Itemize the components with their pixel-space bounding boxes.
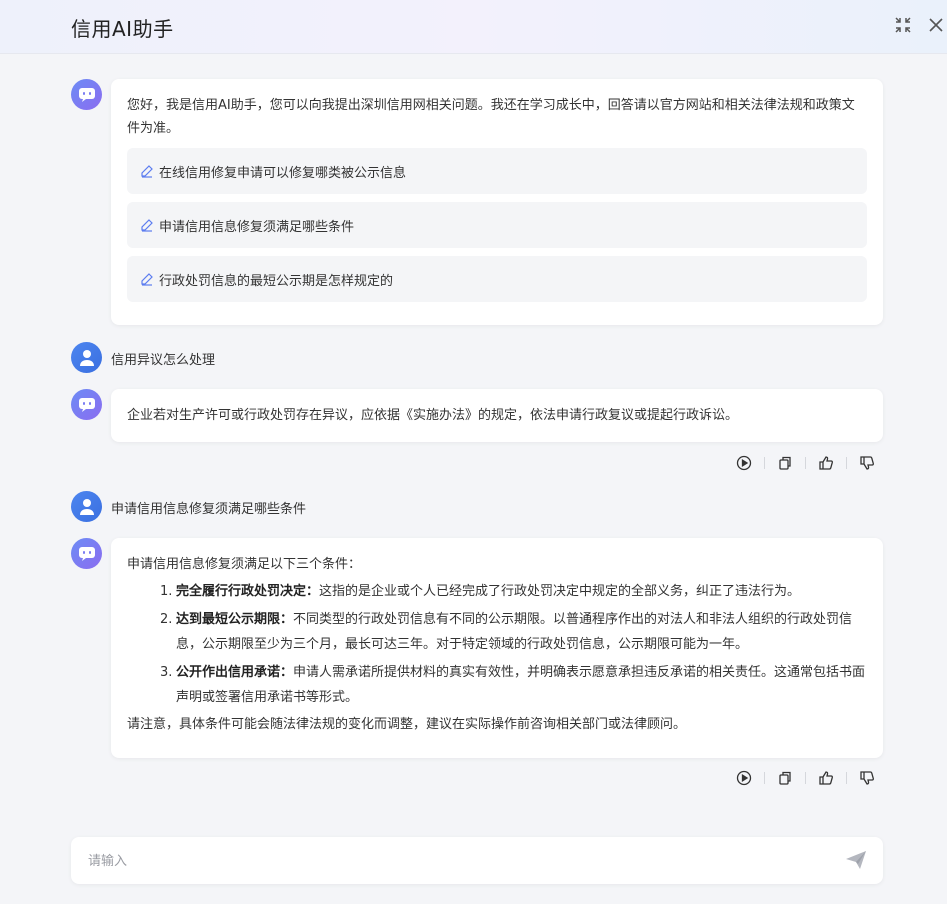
- suggestion-label: 在线信用修复申请可以修复哪类被公示信息: [159, 165, 407, 181]
- user-avatar: [71, 342, 102, 373]
- list-item: 1. 完全履行行政处罚决定：这指的是企业或个人已经完成了行政处罚决定中规定的全部…: [160, 579, 867, 604]
- list-number: 3.: [160, 665, 173, 680]
- answer-text: 企业若对生产许可或行政处罚存在异议，应依据《实施办法》的规定，依法申请行政复议或…: [127, 408, 739, 423]
- welcome-text: 您好，我是信用AI助手，您可以向我提出深圳信用网相关问题。我还在学习成长中，回答…: [127, 98, 855, 136]
- pen-icon: [141, 273, 153, 286]
- suggestion-item[interactable]: 申请信用信息修复须满足哪些条件: [127, 202, 867, 248]
- suggestion-item[interactable]: 在线信用修复申请可以修复哪类被公示信息: [127, 148, 867, 194]
- answer-bubble: 申请信用信息修复须满足以下三个条件： 1. 完全履行行政处罚决定：这指的是企业或…: [111, 538, 883, 758]
- page-title: 信用AI助手: [71, 17, 174, 41]
- chat-input-box: [71, 837, 883, 884]
- list-number: 2.: [160, 612, 173, 627]
- collapse-icon[interactable]: [894, 16, 912, 34]
- user-icon: [79, 349, 94, 366]
- list-item-text: 公开作出信用承诺：申请人需承诺所提供材料的真实有效性，并明确表示愿意承担违反承诺…: [176, 660, 867, 710]
- list-number: 1.: [160, 584, 173, 599]
- suggestion-label: 申请信用信息修复须满足哪些条件: [159, 219, 355, 235]
- divider: [764, 457, 765, 469]
- pen-icon: [141, 165, 153, 178]
- answer-bubble: 企业若对生产许可或行政处罚存在异议，应依据《实施办法》的规定，依法申请行政复议或…: [111, 389, 883, 442]
- header-bar: 信用AI助手: [0, 0, 947, 54]
- divider: [805, 772, 806, 784]
- condition-text: 这指的是企业或个人已经完成了行政处罚决定中规定的全部义务，纠正了违法行为。: [319, 584, 801, 599]
- user-icon: [79, 498, 94, 515]
- user-avatar: [71, 491, 102, 522]
- user-question: 申请信用信息修复须满足哪些条件: [111, 502, 307, 517]
- answer-content: 申请信用信息修复须满足以下三个条件： 1. 完全履行行政处罚决定：这指的是企业或…: [127, 553, 867, 736]
- send-icon[interactable]: [845, 849, 867, 875]
- condition-title: 完全履行行政处罚决定: [176, 584, 307, 599]
- answer-note: 请注意，具体条件可能会随法律法规的变化而调整，建议在实际操作前咨询相关部门或法律…: [127, 717, 687, 732]
- condition-title: 公开作出信用承诺: [176, 665, 281, 680]
- divider: [846, 457, 847, 469]
- play-icon[interactable]: [735, 454, 753, 472]
- robot-icon: [78, 397, 95, 412]
- welcome-bubble: 您好，我是信用AI助手，您可以向我提出深圳信用网相关问题。我还在学习成长中，回答…: [111, 79, 883, 325]
- bot-avatar: [71, 538, 102, 569]
- answer-intro: 申请信用信息修复须满足以下三个条件：: [127, 557, 362, 572]
- condition-title: 达到最短公示期限: [176, 612, 281, 627]
- thumbs-down-icon[interactable]: [858, 769, 876, 787]
- condition-separator: ：: [280, 612, 294, 627]
- message-actions: [735, 454, 876, 472]
- divider: [764, 772, 765, 784]
- list-item: 2. 达到最短公示期限：不同类型的行政处罚信息有不同的公示期限。以普通程序作出的…: [160, 607, 867, 657]
- message-actions: [735, 769, 876, 787]
- list-item-text: 完全履行行政处罚决定：这指的是企业或个人已经完成了行政处罚决定中规定的全部义务，…: [176, 579, 800, 604]
- condition-separator: ：: [280, 665, 294, 680]
- chat-input[interactable]: [88, 850, 828, 872]
- bot-avatar: [71, 389, 102, 420]
- thumbs-up-icon[interactable]: [817, 769, 835, 787]
- close-icon[interactable]: [927, 16, 945, 34]
- divider: [805, 457, 806, 469]
- suggestion-item[interactable]: 行政处罚信息的最短公示期是怎样规定的: [127, 256, 867, 302]
- play-icon[interactable]: [735, 769, 753, 787]
- thumbs-up-icon[interactable]: [817, 454, 835, 472]
- divider: [846, 772, 847, 784]
- robot-icon: [78, 546, 95, 561]
- robot-icon: [78, 87, 95, 102]
- suggestion-label: 行政处罚信息的最短公示期是怎样规定的: [159, 273, 394, 289]
- thumbs-down-icon[interactable]: [858, 454, 876, 472]
- bot-avatar: [71, 79, 102, 110]
- pen-icon: [141, 219, 153, 232]
- list-item: 3. 公开作出信用承诺：申请人需承诺所提供材料的真实有效性，并明确表示愿意承担违…: [160, 660, 867, 710]
- copy-icon[interactable]: [776, 454, 794, 472]
- list-item-text: 达到最短公示期限：不同类型的行政处罚信息有不同的公示期限。以普通程序作出的对法人…: [176, 607, 867, 657]
- user-question: 信用异议怎么处理: [111, 353, 216, 368]
- copy-icon[interactable]: [776, 769, 794, 787]
- conditions-list: 1. 完全履行行政处罚决定：这指的是企业或个人已经完成了行政处罚决定中规定的全部…: [127, 579, 867, 710]
- condition-separator: ：: [306, 584, 320, 599]
